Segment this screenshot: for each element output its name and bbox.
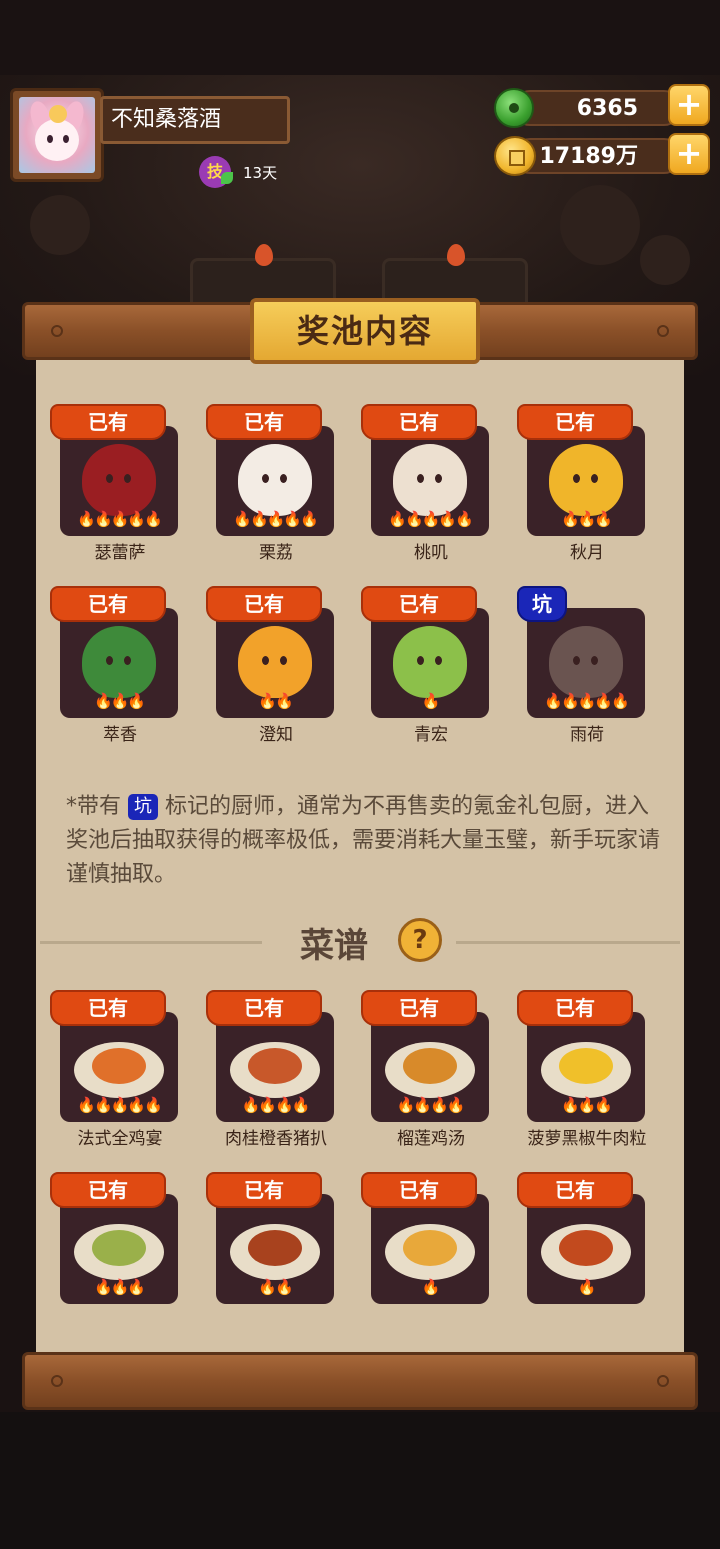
avatar-image bbox=[19, 97, 95, 173]
recipe-card[interactable]: 已有 🔥🔥 bbox=[206, 1172, 336, 1322]
coin-icon bbox=[494, 136, 536, 176]
chef-status-tag: 已有 bbox=[50, 404, 166, 440]
chef-card[interactable]: 已有 🔥🔥🔥🔥🔥 桃叽 bbox=[361, 404, 491, 563]
recipe-status-tag: 已有 bbox=[50, 990, 166, 1026]
rarity-flames: 🔥🔥🔥🔥🔥 bbox=[233, 510, 318, 528]
panel-title: 奖池内容 bbox=[250, 298, 480, 364]
add-coins-button[interactable]: + bbox=[668, 133, 710, 175]
rarity-flames: 🔥🔥🔥 bbox=[560, 510, 613, 528]
divider bbox=[40, 941, 262, 944]
chef-status-tag: 已有 bbox=[361, 404, 477, 440]
rarity-flames: 🔥🔥🔥🔥🔥 bbox=[544, 692, 629, 710]
leaf-icon bbox=[221, 172, 233, 184]
blossom-decoration bbox=[560, 185, 640, 265]
chef-card[interactable]: 坑 🔥🔥🔥🔥🔥 雨荷 bbox=[517, 586, 647, 745]
player-name: 不知桑落酒 bbox=[100, 96, 290, 144]
chef-status-tag: 已有 bbox=[206, 586, 322, 622]
note-prefix: *带有 bbox=[66, 794, 122, 819]
lantern-icon bbox=[255, 244, 273, 266]
jade-value: 6365 bbox=[576, 96, 638, 121]
recipe-name: 菠萝黑椒牛肉粒 bbox=[527, 1129, 647, 1149]
days-counter: 13天 bbox=[243, 164, 278, 182]
recipe-card[interactable]: 已有 🔥 bbox=[361, 1172, 491, 1322]
add-jade-button[interactable]: + bbox=[668, 84, 710, 126]
chef-name: 桃叽 bbox=[414, 543, 448, 563]
lantern-icon bbox=[447, 244, 465, 266]
chef-card[interactable]: 已有 🔥🔥🔥🔥🔥 瑟蕾萨 bbox=[50, 404, 180, 563]
recipe-status-tag: 已有 bbox=[517, 1172, 633, 1208]
recipe-status-tag: 已有 bbox=[361, 1172, 477, 1208]
recipe-status-tag: 已有 bbox=[517, 990, 633, 1026]
coin-currency: 17189万 bbox=[512, 138, 682, 174]
rarity-flames: 🔥🔥🔥 bbox=[560, 1096, 613, 1114]
recipes-title: 菜谱 bbox=[300, 926, 368, 966]
divider bbox=[456, 941, 680, 944]
rarity-flames: 🔥🔥🔥🔥 bbox=[241, 1096, 311, 1114]
jade-icon bbox=[494, 88, 534, 128]
rarity-flames: 🔥🔥🔥 bbox=[93, 1278, 146, 1296]
chef-name: 瑟蕾萨 bbox=[94, 543, 146, 563]
recipe-card[interactable]: 已有 🔥🔥🔥🔥 肉桂橙香猪扒 bbox=[206, 990, 336, 1149]
rarity-flames: 🔥 bbox=[577, 1278, 597, 1296]
rarity-flames: 🔥🔥🔥🔥🔥 bbox=[77, 1096, 162, 1114]
chef-card[interactable]: 已有 🔥🔥🔥 萃香 bbox=[50, 586, 180, 745]
blossom-decoration bbox=[30, 195, 90, 255]
rarity-flames: 🔥🔥🔥🔥 bbox=[396, 1096, 466, 1114]
recipe-name: 法式全鸡宴 bbox=[77, 1129, 163, 1149]
recipe-card[interactable]: 已有 🔥🔥🔥🔥 榴莲鸡汤 bbox=[361, 990, 491, 1149]
bottom-area bbox=[0, 1412, 720, 1549]
blossom-decoration bbox=[640, 235, 690, 285]
help-icon[interactable]: ? bbox=[398, 918, 442, 962]
rarity-flames: 🔥🔥 bbox=[258, 692, 293, 710]
chef-name: 栗荔 bbox=[259, 543, 293, 563]
rarity-flames: 🔥 bbox=[421, 1278, 441, 1296]
recipe-status-tag: 已有 bbox=[50, 1172, 166, 1208]
recipe-name: 肉桂橙香猪扒 bbox=[225, 1129, 327, 1149]
recipe-card[interactable]: 已有 🔥🔥🔥🔥🔥 法式全鸡宴 bbox=[50, 990, 180, 1149]
rarity-flames: 🔥🔥🔥🔥🔥 bbox=[388, 510, 473, 528]
recipe-card[interactable]: 已有 🔥 bbox=[517, 1172, 647, 1322]
chef-card[interactable]: 已有 🔥🔥🔥 秋月 bbox=[517, 404, 647, 563]
rarity-flames: 🔥 bbox=[421, 692, 441, 710]
chef-status-tag: 坑 bbox=[517, 586, 567, 622]
recipe-status-tag: 已有 bbox=[206, 990, 322, 1026]
recipe-name: 榴莲鸡汤 bbox=[397, 1129, 465, 1149]
chef-status-tag: 已有 bbox=[517, 404, 633, 440]
chef-name: 雨荷 bbox=[570, 725, 604, 745]
avatar[interactable] bbox=[10, 88, 104, 182]
rarity-flames: 🔥🔥 bbox=[258, 1278, 293, 1296]
coin-value: 17189万 bbox=[539, 144, 638, 169]
chef-status-tag: 已有 bbox=[206, 404, 322, 440]
chef-name: 萃香 bbox=[103, 725, 137, 745]
chef-status-tag: 已有 bbox=[361, 586, 477, 622]
rarity-flames: 🔥🔥🔥🔥🔥 bbox=[77, 510, 162, 528]
chef-status-tag: 已有 bbox=[50, 586, 166, 622]
chef-card[interactable]: 已有 🔥🔥🔥🔥🔥 栗荔 bbox=[206, 404, 336, 563]
scroll-bottom-rod bbox=[22, 1352, 698, 1410]
rarity-flames: 🔥🔥🔥 bbox=[93, 692, 146, 710]
recipe-card[interactable]: 已有 🔥🔥🔥 菠萝黑椒牛肉粒 bbox=[517, 990, 647, 1149]
chef-card[interactable]: 已有 🔥🔥 澄知 bbox=[206, 586, 336, 745]
recipe-status-tag: 已有 bbox=[361, 990, 477, 1026]
recipe-status-tag: 已有 bbox=[206, 1172, 322, 1208]
pit-badge: 坑 bbox=[128, 794, 159, 820]
pit-note: *带有 坑 标记的厨师，通常为不再售卖的氪金礼包厨，进入奖池后抽取获得的概率极低… bbox=[66, 790, 666, 892]
chef-card[interactable]: 已有 🔥 青宏 bbox=[361, 586, 491, 745]
jade-currency: 6365 bbox=[512, 90, 682, 126]
chef-name: 澄知 bbox=[259, 725, 293, 745]
chef-name: 青宏 bbox=[414, 725, 448, 745]
recipe-card[interactable]: 已有 🔥🔥🔥 bbox=[50, 1172, 180, 1322]
chef-name: 秋月 bbox=[570, 543, 604, 563]
